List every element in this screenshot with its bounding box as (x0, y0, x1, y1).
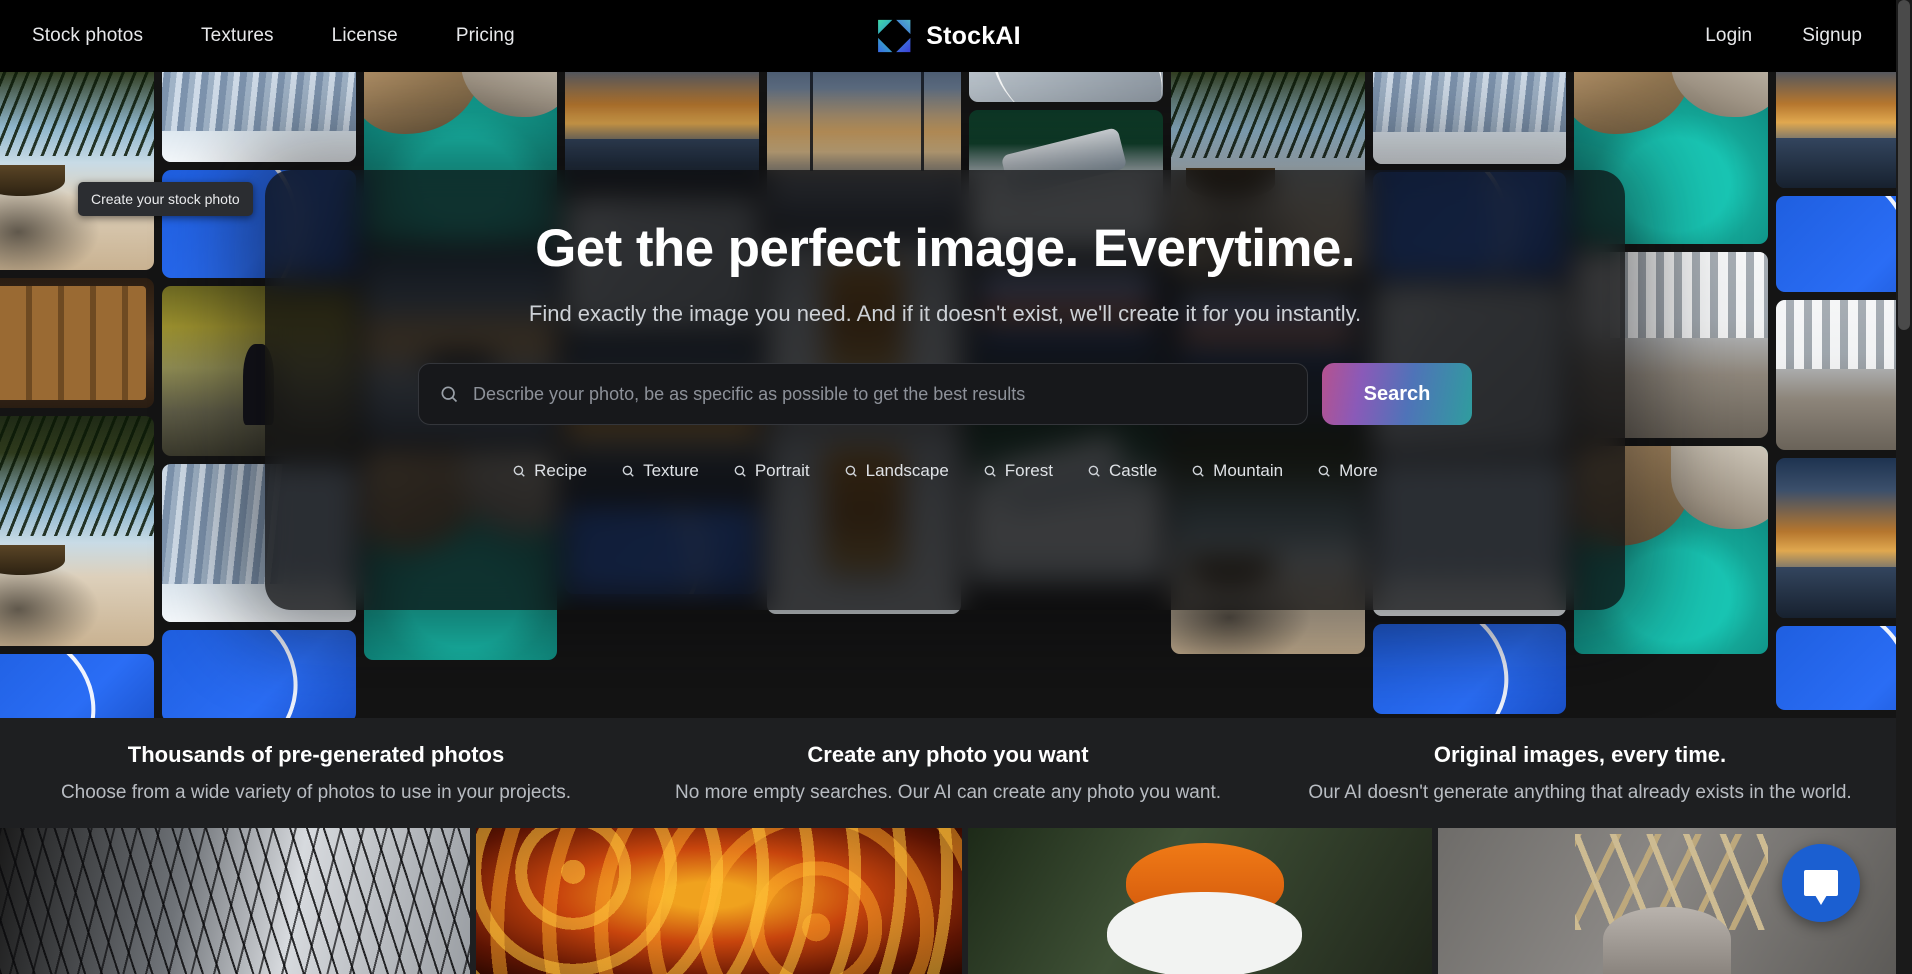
category-chip-label: Recipe (534, 461, 588, 480)
search-input[interactable] (473, 383, 1287, 405)
feature-title: Thousands of pre-generated photos (127, 742, 505, 767)
search-field[interactable] (418, 363, 1308, 425)
category-chip-portrait[interactable]: Portrait (733, 461, 810, 481)
photo-tile-hammock-beach[interactable] (0, 60, 154, 270)
search-icon (983, 464, 997, 478)
feature-pre-generated-photos: Thousands of pre-generated photos Choose… (0, 718, 632, 828)
search-icon (1317, 464, 1331, 478)
chat-bubble-icon (1804, 870, 1838, 905)
top-navigation-bar: Stock photos Textures License Pricing St… (0, 0, 1896, 72)
nav-item-textures[interactable]: Textures (201, 25, 274, 47)
photo-tile-snow-trees[interactable] (1372, 60, 1567, 164)
page-scrollbar[interactable] (1896, 0, 1912, 974)
photo-tile-blue-abstract[interactable] (0, 654, 154, 718)
nav-links-left: Stock photos Textures License Pricing (0, 25, 515, 47)
search-row: Search (418, 363, 1472, 425)
photo-tile-blue-abstract[interactable] (1776, 626, 1896, 710)
feature-create-any-photo: Create any photo you want No more empty … (632, 718, 1264, 828)
feature-description: Choose from a wide variety of photos to … (60, 782, 572, 803)
features-section: Thousands of pre-generated photos Choose… (0, 718, 1896, 828)
category-chip-landscape[interactable]: Landscape (844, 461, 949, 481)
search-icon (512, 464, 526, 478)
photo-tile-ocean-sunset[interactable] (1776, 458, 1896, 618)
category-chip-forest[interactable]: Forest (983, 461, 1053, 481)
stockai-logo-icon (875, 17, 913, 55)
category-chip-label: Texture (643, 461, 699, 480)
photo-tile-wine-barrels[interactable] (0, 278, 154, 408)
masonry-column (1776, 60, 1896, 718)
feature-title: Create any photo you want (807, 742, 1089, 767)
feature-description: No more empty searches. Our AI can creat… (675, 782, 1221, 803)
photo-tile-ocean-sunset[interactable] (1776, 60, 1896, 188)
category-chip-mountain[interactable]: Mountain (1191, 461, 1283, 481)
brand-name: StockAI (926, 21, 1021, 50)
search-icon (733, 464, 747, 478)
category-chip-label: Mountain (1213, 461, 1284, 480)
scrollbar-thumb[interactable] (1898, 0, 1910, 330)
feature-title: Original images, every time. (1433, 742, 1727, 767)
search-button[interactable]: Search (1322, 363, 1472, 425)
category-chip-list: Recipe Texture Portrait Landscape Forest… (512, 461, 1378, 481)
feature-original-images: Original images, every time. Our AI does… (1264, 718, 1896, 828)
nav-links-right: Login Signup (1705, 25, 1862, 47)
search-icon (439, 384, 459, 404)
photo-tile-bare-trees[interactable] (0, 828, 470, 974)
photo-tile-warehouse[interactable] (1776, 300, 1896, 450)
category-chip-recipe[interactable]: Recipe (512, 461, 587, 481)
category-chip-texture[interactable]: Texture (621, 461, 699, 481)
search-icon (1087, 464, 1101, 478)
category-chip-label: More (1339, 461, 1378, 480)
search-icon (621, 464, 635, 478)
photo-tile-snow-trees[interactable] (161, 60, 356, 162)
nav-item-stock-photos[interactable]: Stock photos (32, 25, 143, 47)
category-chip-label: Portrait (754, 461, 810, 480)
search-icon (1191, 464, 1205, 478)
category-chip-label: Forest (1004, 461, 1053, 480)
photo-tile-blue-abstract[interactable] (1372, 624, 1567, 714)
brand-logo[interactable]: StockAI (875, 17, 1021, 55)
category-chip-label: Castle (1108, 461, 1158, 480)
photo-tile-jack-o-lanterns[interactable] (476, 828, 962, 974)
masonry-column (0, 60, 154, 718)
photo-tile-blue-abstract[interactable] (161, 630, 356, 718)
login-link[interactable]: Login (1705, 25, 1752, 47)
feature-description: Our AI doesn't generate anything that al… (1308, 782, 1852, 803)
chat-widget-button[interactable] (1782, 844, 1860, 922)
page-subtitle: Find exactly the image you need. And if … (528, 301, 1362, 326)
photo-tile-hammock-beach[interactable] (0, 416, 154, 646)
photo-tile-blue-abstract[interactable] (1776, 196, 1896, 292)
page-title: Get the perfect image. Everytime. (535, 219, 1355, 278)
category-chip-castle[interactable]: Castle (1087, 461, 1157, 481)
hero-panel: Get the perfect image. Everytime. Find e… (265, 170, 1625, 610)
nav-item-pricing[interactable]: Pricing (456, 25, 515, 47)
nav-item-license[interactable]: License (332, 25, 398, 47)
category-chip-label: Landscape (865, 461, 949, 480)
search-icon (844, 464, 858, 478)
category-chip-more[interactable]: More (1317, 461, 1378, 481)
create-stock-photo-tooltip: Create your stock photo (78, 182, 253, 216)
photo-tile-dog-pumpkin-hat[interactable] (968, 828, 1432, 974)
bottom-image-strip (0, 828, 1896, 974)
stockai-landing-page: Create your stock photo Get the perfect … (0, 0, 1912, 974)
signup-link[interactable]: Signup (1802, 25, 1862, 47)
